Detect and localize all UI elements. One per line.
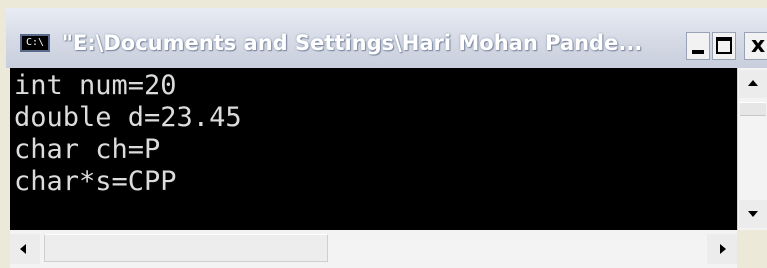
arrow-down-icon xyxy=(748,211,758,217)
console-line: int num=20 xyxy=(14,70,177,101)
scroll-up-button[interactable] xyxy=(739,70,767,98)
size-grip[interactable] xyxy=(737,230,767,268)
console-window: C:\ "E:\Documents and Settings\Hari Moha… xyxy=(0,0,767,268)
arrow-up-icon xyxy=(748,80,758,86)
scroll-down-button[interactable] xyxy=(739,200,767,228)
horizontal-scrollbar[interactable] xyxy=(10,230,737,268)
arrow-left-icon xyxy=(20,244,26,254)
console-line: double d=23.45 xyxy=(14,102,242,133)
arrow-right-icon xyxy=(720,244,726,254)
console-output[interactable]: int num=20 double d=23.45 char ch=P char… xyxy=(10,68,737,230)
scroll-right-button[interactable] xyxy=(707,234,737,264)
maximize-button[interactable] xyxy=(712,32,736,60)
console-line: char ch=P xyxy=(14,134,161,165)
console-line: char*s=CPP xyxy=(14,166,177,197)
title-bar[interactable]: C:\ "E:\Documents and Settings\Hari Moha… xyxy=(6,8,767,68)
scroll-left-button[interactable] xyxy=(10,234,40,264)
vertical-scrollbar[interactable] xyxy=(737,68,767,230)
close-icon: x xyxy=(751,33,766,58)
window-title: "E:\Documents and Settings\Hari Mohan Pa… xyxy=(62,31,643,55)
horizontal-scroll-thumb[interactable] xyxy=(44,234,328,262)
console-app-icon[interactable]: C:\ xyxy=(20,34,50,52)
minimize-button[interactable] xyxy=(686,32,710,60)
vertical-scroll-thumb[interactable] xyxy=(740,102,766,116)
close-button[interactable]: x xyxy=(744,32,767,60)
